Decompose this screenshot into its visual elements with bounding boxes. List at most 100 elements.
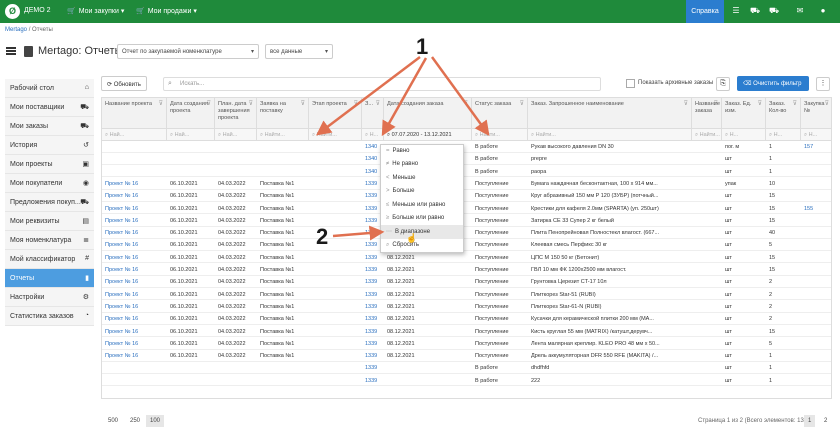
brand-name[interactable]: ДЕМО 2 (24, 7, 51, 14)
table-cell[interactable] (801, 326, 831, 338)
table-row[interactable]: Проект № 16 06.10.2021 04.03.2022 Поставка … (102, 252, 831, 264)
filter-icon[interactable]: ⊽ (758, 101, 762, 108)
sidebar-item[interactable]: Мои проекты ▣ (5, 155, 94, 174)
table-row[interactable]: Проект № 16 06.10.2021 04.03.2022 Поставка … (102, 276, 831, 289)
table-cell[interactable] (801, 276, 831, 288)
table-cell[interactable]: 155 (801, 203, 831, 215)
more-icon[interactable]: ⋮ (816, 77, 830, 91)
table-cell[interactable]: Проект № 16 (102, 350, 167, 362)
table-cell[interactable] (801, 252, 831, 264)
table-row[interactable]: 1340 В работе Рукав высокого давления DN 3… (102, 141, 831, 153)
help-button[interactable]: Справка (686, 0, 724, 23)
sidebar-item[interactable]: Рабочий стол ⌂ (5, 79, 94, 98)
table-cell[interactable]: Проект № 16 (102, 227, 167, 239)
table-row[interactable]: Проект № 16 06.10.2021 04.03.2022 Поставка … (102, 301, 831, 313)
sidebar-item[interactable]: Предложения покуп... ⛟ (5, 193, 94, 212)
column-filter-input[interactable]: ⌕ 07.07.2020 - 13.12.2021 (384, 129, 472, 141)
table-row[interactable]: 1340 В работе prepre шт 1 (102, 153, 831, 166)
table-cell[interactable] (102, 362, 167, 374)
table-cell[interactable]: Проект № 16 (102, 301, 167, 313)
data-select[interactable]: все данные ▾ (265, 44, 333, 59)
table-cell[interactable] (801, 153, 831, 165)
column-filter-input[interactable]: ⌕ Н... (722, 129, 766, 141)
column-filter-input[interactable]: ⌕ Найти... (528, 129, 692, 141)
filter-icon[interactable]: ⊽ (684, 101, 688, 108)
table-cell[interactable]: Проект № 16 (102, 276, 167, 288)
table-cell[interactable]: 1339 (362, 313, 384, 325)
column-header[interactable]: Этап проекта ⊽ (309, 98, 362, 129)
table-cell[interactable]: Проект № 16 (102, 313, 167, 325)
table-cell[interactable] (801, 289, 831, 301)
column-header[interactable]: Дата создания заказа ⊽ (384, 98, 472, 129)
page-size-option[interactable]: 100 (146, 415, 165, 427)
filter-icon[interactable]: ⊽ (520, 101, 524, 108)
table-cell[interactable]: Проект № 16 (102, 289, 167, 301)
archive-checkbox[interactable] (626, 79, 635, 88)
filter-icon[interactable]: ⊽ (825, 101, 829, 108)
column-header[interactable]: Заказ. Запрошенное наименование ⊽ (528, 98, 692, 129)
table-cell[interactable]: Проект № 16 (102, 215, 167, 227)
table-row[interactable]: Проект № 16 06.10.2021 04.03.2022 Поставка … (102, 203, 831, 215)
filter-option[interactable]: ≠ Не равно (381, 158, 463, 171)
sidebar-item[interactable]: Мой классификатор # (5, 250, 94, 269)
column-filter-input[interactable]: ⌕ Найти... (692, 129, 722, 141)
table-cell[interactable] (102, 153, 167, 165)
page-number[interactable]: 1 (804, 415, 816, 427)
table-cell[interactable]: Проект № 16 (102, 338, 167, 350)
column-filter-input[interactable]: ⌕ Най... (215, 129, 257, 141)
filter-icon[interactable]: ⊽ (464, 101, 468, 108)
table-row[interactable]: 1340 В работе paopa шт 1 (102, 166, 831, 178)
column-header[interactable]: Дата создания проекта ⊽ (167, 98, 215, 129)
table-row[interactable]: Проект № 16 06.10.2021 04.03.2022 Поставка … (102, 326, 831, 338)
page-number[interactable]: 2 (820, 415, 831, 427)
column-filter-input[interactable]: ⌕ Н... (801, 129, 831, 141)
column-header[interactable]: Название заказа ⊽ (692, 98, 722, 129)
table-cell[interactable]: 1339 (362, 338, 384, 350)
filter-option[interactable]: < Меньше (381, 172, 463, 185)
filter-option[interactable]: > Больше (381, 185, 463, 198)
table-row[interactable]: Проект № 16 06.10.2021 04.03.2022 Поставка … (102, 190, 831, 202)
sidebar-item[interactable]: История ↺ (5, 136, 94, 155)
filter-icon[interactable]: ⊽ (301, 101, 305, 108)
list-icon[interactable]: ☰ (730, 6, 742, 15)
sidebar-item[interactable]: Моя номенклатура ≣ (5, 231, 94, 250)
filter-icon[interactable]: ⊽ (376, 101, 380, 108)
table-row[interactable]: Проект № 16 06.10.2021 04.03.2022 Поставка … (102, 264, 831, 276)
column-header[interactable]: З... ⊽ (362, 98, 384, 129)
table-row[interactable]: Проект № 16 06.10.2021 04.03.2022 Поставка … (102, 338, 831, 350)
filter-icon[interactable]: ⊽ (793, 101, 797, 108)
column-filter-input[interactable]: ⌕ Н... (362, 129, 384, 141)
page-size-option[interactable]: 500 (104, 415, 122, 427)
table-cell[interactable]: 1339 (362, 301, 384, 313)
sidebar-item[interactable]: Настройки ⚙ (5, 288, 94, 307)
table-cell[interactable]: 1339 (362, 252, 384, 264)
column-filter-input[interactable]: ⌕ Най... (167, 129, 215, 141)
column-header[interactable]: План. дата завершения проекта ⊽ (215, 98, 257, 129)
filter-icon[interactable]: ⊽ (714, 101, 718, 108)
comments-icon[interactable]: ✉ (794, 6, 806, 15)
table-cell[interactable] (801, 215, 831, 227)
breadcrumb-root[interactable]: Mertago (5, 27, 27, 33)
table-row[interactable]: 1339 В работе 222 шт 1 (102, 375, 831, 387)
table-cell[interactable] (801, 301, 831, 313)
sidebar-item[interactable]: Мои реквизиты ▤ (5, 212, 94, 231)
table-row[interactable]: Проект № 16 06.10.2021 04.03.2022 Поставка … (102, 239, 831, 252)
table-cell[interactable] (801, 338, 831, 350)
table-row[interactable]: Проект № 16 06.10.2021 04.03.2022 Поставка … (102, 215, 831, 227)
table-cell[interactable]: 1339 (362, 264, 384, 276)
cart-icon[interactable]: ⛟ (768, 6, 780, 16)
column-filter-input[interactable]: ⌕ Найти... (257, 129, 309, 141)
table-cell[interactable] (801, 178, 831, 190)
column-header[interactable]: Заказ. Ед. изм. ⊽ (722, 98, 766, 129)
filter-option[interactable]: ⋯ В диапазоне (381, 225, 463, 239)
filter-option[interactable]: ≥ Больше или равно (381, 212, 463, 225)
table-cell[interactable]: Проект № 16 (102, 203, 167, 215)
table-cell[interactable] (801, 227, 831, 239)
clear-filter-button[interactable]: ⌫ Очистить фильтр (737, 76, 809, 91)
filter-option[interactable]: = Равно (381, 145, 463, 158)
sidebar-item[interactable]: Мои покупатели ◉ (5, 174, 94, 193)
table-cell[interactable]: 1339 (362, 289, 384, 301)
table-cell[interactable] (102, 141, 167, 153)
filter-option[interactable]: ≤ Меньше или равно (381, 199, 463, 212)
table-cell[interactable] (801, 362, 831, 374)
